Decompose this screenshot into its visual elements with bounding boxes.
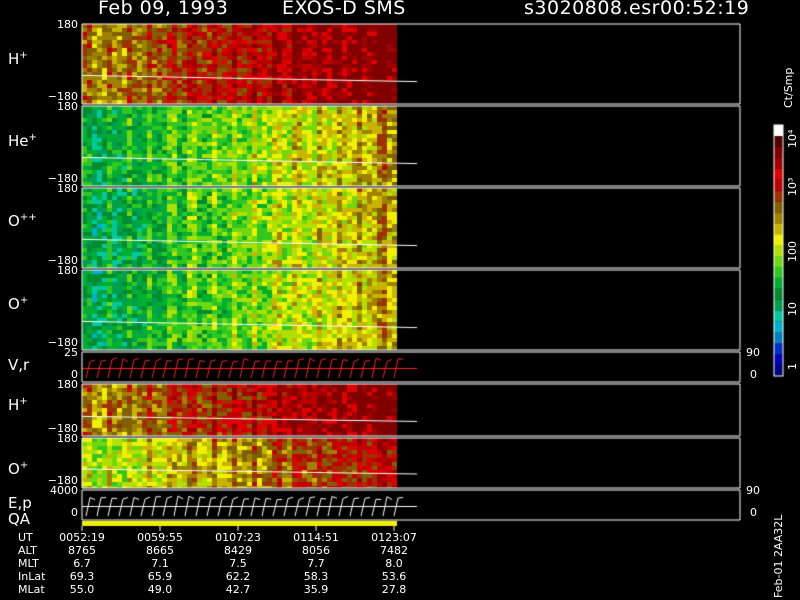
panel-top-tick-h2: 180 bbox=[57, 378, 78, 391]
panel-label-vr: V,r bbox=[8, 356, 30, 374]
ephemeris-value: 0107:23 bbox=[215, 531, 261, 544]
spectrogram-canvas bbox=[0, 0, 800, 600]
ephemeris-row-label: ALT bbox=[18, 544, 37, 557]
ephemeris-value: 6.7 bbox=[73, 557, 91, 570]
ephemeris-row-label: MLT bbox=[18, 557, 39, 570]
header-date: Feb 09, 1993 bbox=[98, 0, 229, 19]
panel-label-h2: H+ bbox=[8, 396, 28, 414]
ephemeris-value: 0059:55 bbox=[137, 531, 183, 544]
panel-top-tick-ep: 4000 bbox=[50, 484, 78, 497]
colorbar-tick-label: 10 bbox=[786, 302, 799, 316]
panel-right-bottom-tick-ep: 0 bbox=[750, 506, 757, 519]
ephemeris-value: 35.9 bbox=[303, 583, 329, 596]
ephemeris-value: 53.6 bbox=[381, 570, 407, 583]
ephemeris-value: 8056 bbox=[302, 544, 330, 557]
ephemeris-row-label: MLat bbox=[18, 583, 45, 596]
panel-label-o: O+ bbox=[8, 295, 29, 313]
panel-label-he: He+ bbox=[8, 132, 37, 150]
panel-top-tick-o: 180 bbox=[57, 264, 78, 277]
ephemeris-value: 55.0 bbox=[69, 583, 95, 596]
ephemeris-value: 8765 bbox=[68, 544, 96, 557]
panel-label-opp: O++ bbox=[8, 212, 37, 230]
qa-label: QA bbox=[8, 510, 31, 528]
header-file: s3020808.esr bbox=[524, 0, 660, 19]
colorbar-unit: Ct/Smp bbox=[782, 67, 795, 108]
panel-top-tick-o2: 180 bbox=[57, 432, 78, 445]
panel-right-bottom-tick-vr: 0 bbox=[750, 368, 757, 381]
ephemeris-value: 0052:19 bbox=[59, 531, 105, 544]
ephemeris-value: 62.2 bbox=[225, 570, 251, 583]
panel-right-top-tick-ep: 90 bbox=[746, 484, 760, 497]
ephemeris-value: 69.3 bbox=[69, 570, 95, 583]
panel-top-tick-opp: 180 bbox=[57, 182, 78, 195]
ephemeris-value: 0123:07 bbox=[371, 531, 417, 544]
panel-top-tick-he: 180 bbox=[57, 100, 78, 113]
ephemeris-value: 7.5 bbox=[229, 557, 247, 570]
colorbar-tick-label: 10⁴ bbox=[786, 129, 799, 148]
panel-top-tick-vr: 25 bbox=[64, 346, 78, 359]
ephemeris-value: 58.3 bbox=[303, 570, 329, 583]
ephemeris-value: 49.0 bbox=[147, 583, 173, 596]
ephemeris-value: 7.1 bbox=[151, 557, 169, 570]
ephemeris-row-label: InLat bbox=[18, 570, 46, 583]
ephemeris-value: 8429 bbox=[224, 544, 252, 557]
footer-code: Feb-01 2AA32L bbox=[772, 514, 785, 598]
panel-right-top-tick-vr: 90 bbox=[746, 346, 760, 359]
panel-label-o2: O+ bbox=[8, 460, 29, 478]
ephemeris-value: 27.8 bbox=[381, 583, 407, 596]
colorbar-tick-label: 1 bbox=[786, 363, 799, 370]
ephemeris-value: 7482 bbox=[380, 544, 408, 557]
panel-label-h: H+ bbox=[8, 50, 28, 68]
ephemeris-value: 8665 bbox=[146, 544, 174, 557]
ephemeris-value: 7.7 bbox=[307, 557, 325, 570]
panel-bottom-tick-ep: 0 bbox=[71, 506, 78, 519]
header-time: 00:52:19 bbox=[660, 0, 750, 19]
ephemeris-value: 65.9 bbox=[147, 570, 173, 583]
panel-top-tick-h: 180 bbox=[57, 18, 78, 31]
ephemeris-row-label: UT bbox=[18, 531, 33, 544]
ephemeris-value: 42.7 bbox=[225, 583, 251, 596]
colorbar-tick-label: 100 bbox=[786, 241, 799, 262]
header-instrument: EXOS-D SMS bbox=[282, 0, 406, 19]
colorbar-tick-label: 10³ bbox=[786, 177, 799, 196]
ephemeris-value: 0114:51 bbox=[293, 531, 339, 544]
ephemeris-value: 8.0 bbox=[385, 557, 403, 570]
